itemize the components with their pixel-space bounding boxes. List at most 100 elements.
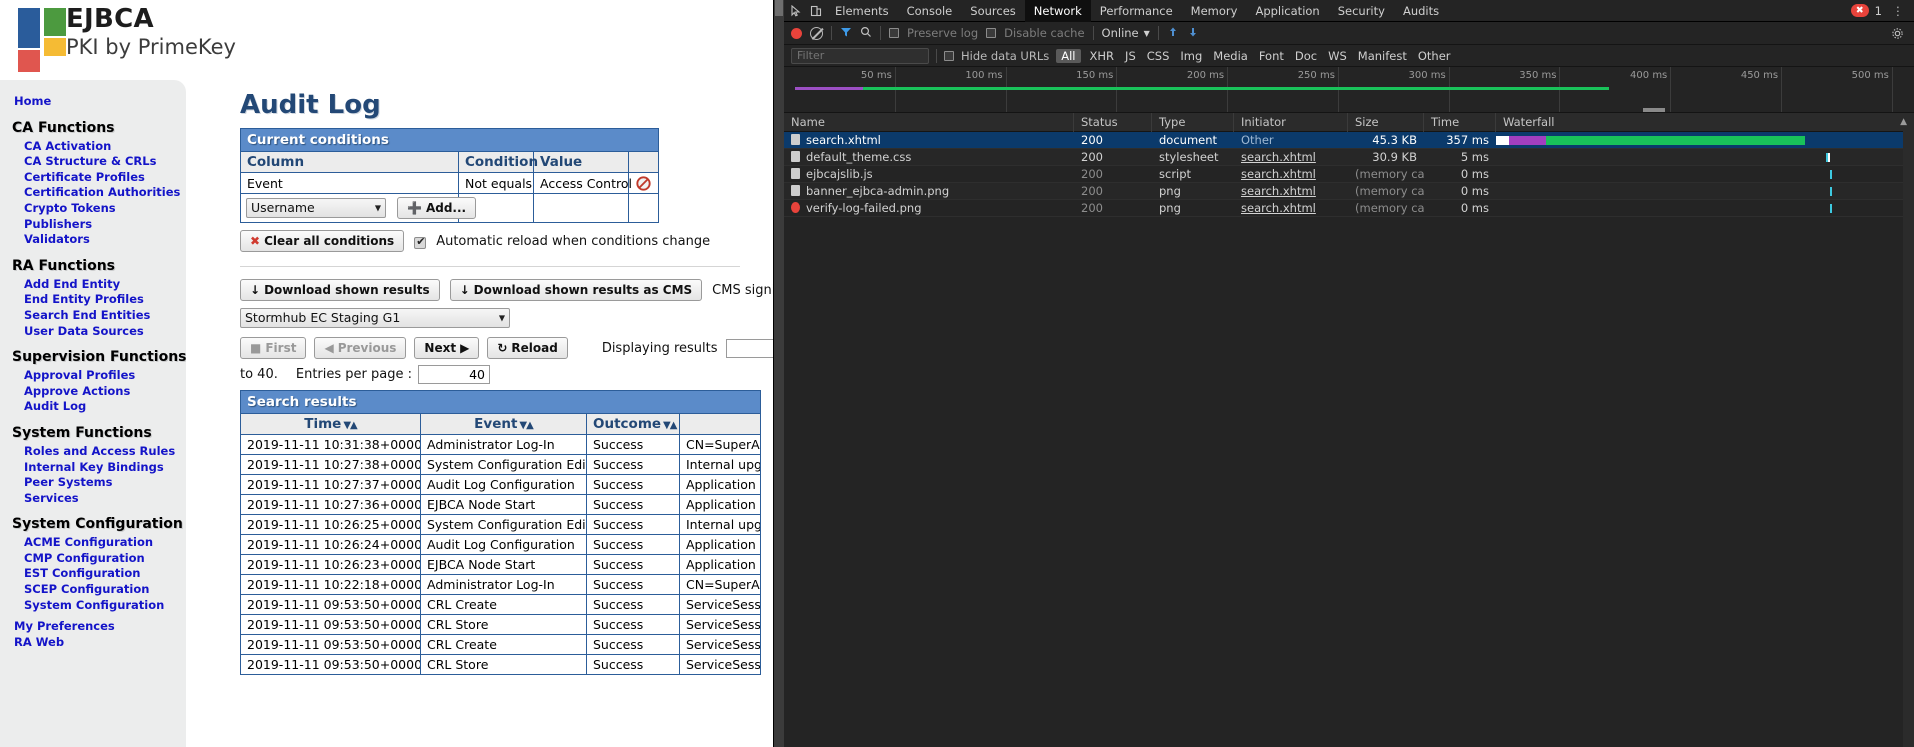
grid-header-type[interactable]: Type bbox=[1152, 113, 1234, 132]
filter-type-js[interactable]: JS bbox=[1123, 49, 1138, 63]
devtools-left-scrollbar[interactable] bbox=[774, 0, 784, 747]
sidebar-item-ra-web[interactable]: RA Web bbox=[0, 635, 186, 651]
next-page-button[interactable]: Next▶ bbox=[414, 337, 479, 359]
download-arrow-icon[interactable] bbox=[1187, 26, 1199, 41]
record-dot-icon[interactable] bbox=[791, 28, 802, 39]
filter-type-img[interactable]: Img bbox=[1178, 49, 1204, 63]
sidebar-item-cmp-configuration[interactable]: CMP Configuration bbox=[0, 551, 186, 567]
sidebar-item-certificate-profiles[interactable]: Certificate Profiles bbox=[0, 170, 186, 186]
request-name-cell[interactable]: default_theme.css bbox=[784, 149, 1074, 166]
download-shown-results-button[interactable]: ↓Download shown results bbox=[240, 279, 440, 301]
sidebar-item-home[interactable]: Home bbox=[0, 94, 186, 110]
clear-circle-icon[interactable] bbox=[810, 27, 823, 40]
previous-page-button[interactable]: ◀Previous bbox=[314, 337, 406, 359]
request-name-cell[interactable]: search.xhtml bbox=[784, 132, 1074, 149]
filter-type-doc[interactable]: Doc bbox=[1293, 49, 1319, 63]
sidebar-item-est-configuration[interactable]: EST Configuration bbox=[0, 566, 186, 582]
reload-button[interactable]: ↻Reload bbox=[487, 337, 568, 359]
throttling-select[interactable]: Online ▼ bbox=[1102, 26, 1150, 40]
sidebar-item-approve-actions[interactable]: Approve Actions bbox=[0, 384, 186, 400]
results-header-details[interactable] bbox=[680, 414, 761, 435]
gear-icon[interactable] bbox=[1887, 24, 1907, 42]
filter-type-xhr[interactable]: XHR bbox=[1088, 49, 1117, 63]
request-name-cell[interactable]: banner_ejbca-admin.png bbox=[784, 183, 1074, 200]
sidebar-item-ca-structure-crls[interactable]: CA Structure & CRLs bbox=[0, 154, 186, 170]
sidebar-item-end-entity-profiles[interactable]: End Entity Profiles bbox=[0, 292, 186, 308]
table-row[interactable]: verify-log-failed.png200pngsearch.xhtml(… bbox=[784, 200, 1914, 217]
sidebar-item-system-configuration[interactable]: System Configuration bbox=[0, 598, 186, 614]
filter-type-css[interactable]: CSS bbox=[1145, 49, 1172, 63]
sidebar-item-audit-log[interactable]: Audit Log bbox=[0, 399, 186, 415]
table-row[interactable]: search.xhtml200documentOther45.3 KB357 m… bbox=[784, 132, 1914, 149]
sidebar-item-peer-systems[interactable]: Peer Systems bbox=[0, 475, 186, 491]
grid-header-status[interactable]: Status bbox=[1074, 113, 1152, 132]
funnel-icon[interactable] bbox=[840, 26, 852, 41]
hide-data-urls-checkbox[interactable] bbox=[944, 49, 954, 63]
request-name-cell[interactable]: ejbcajslib.js bbox=[784, 166, 1074, 183]
sidebar-item-approval-profiles[interactable]: Approval Profiles bbox=[0, 368, 186, 384]
results-header-outcome[interactable]: Outcome▼▲ bbox=[587, 414, 680, 435]
entries-per-page-input[interactable] bbox=[418, 365, 490, 384]
results-header-time[interactable]: Time▼▲ bbox=[241, 414, 421, 435]
grid-header-size[interactable]: Size bbox=[1348, 113, 1424, 132]
download-shown-results-cms-button[interactable]: ↓Download shown results as CMS bbox=[450, 279, 703, 301]
cms-signing-ca-select[interactable]: Stormhub EC Staging G1 bbox=[240, 308, 510, 328]
sidebar-item-internal-key-bindings[interactable]: Internal Key Bindings bbox=[0, 460, 186, 476]
filter-type-other[interactable]: Other bbox=[1416, 49, 1453, 63]
sidebar-item-publishers[interactable]: Publishers bbox=[0, 217, 186, 233]
grid-header-time[interactable]: Time bbox=[1424, 113, 1496, 132]
table-row[interactable]: banner_ejbca-admin.png200pngsearch.xhtml… bbox=[784, 183, 1914, 200]
filter-type-all[interactable]: All bbox=[1056, 49, 1080, 63]
grid-header-name[interactable]: Name bbox=[784, 113, 1074, 132]
tab-application[interactable]: Application bbox=[1246, 0, 1328, 22]
search-icon[interactable] bbox=[860, 26, 872, 41]
grid-header-waterfall[interactable]: Waterfall ▲ bbox=[1496, 113, 1914, 132]
filter-type-font[interactable]: Font bbox=[1257, 49, 1286, 63]
upload-arrow-icon[interactable] bbox=[1167, 26, 1179, 41]
request-initiator-link[interactable]: search.xhtml bbox=[1241, 167, 1316, 181]
request-initiator-link[interactable]: search.xhtml bbox=[1241, 184, 1316, 198]
network-list-scrollbar[interactable] bbox=[1903, 129, 1914, 747]
auto-reload-checkbox[interactable] bbox=[414, 232, 426, 251]
request-name-cell[interactable]: verify-log-failed.png bbox=[784, 200, 1074, 217]
request-initiator-link[interactable]: search.xhtml bbox=[1241, 150, 1316, 164]
tab-security[interactable]: Security bbox=[1329, 0, 1394, 22]
network-overview-timeline[interactable]: 50 ms100 ms150 ms200 ms250 ms300 ms350 m… bbox=[784, 67, 1914, 113]
sidebar-item-scep-configuration[interactable]: SCEP Configuration bbox=[0, 582, 186, 598]
sidebar-item-services[interactable]: Services bbox=[0, 491, 186, 507]
tab-network[interactable]: Network bbox=[1025, 0, 1091, 22]
preserve-log-checkbox[interactable] bbox=[889, 26, 899, 40]
grid-header-initiator[interactable]: Initiator bbox=[1234, 113, 1348, 132]
filter-type-media[interactable]: Media bbox=[1211, 49, 1250, 63]
disable-cache-checkbox[interactable] bbox=[986, 26, 996, 40]
sidebar-item-validators[interactable]: Validators bbox=[0, 232, 186, 248]
kebab-menu-icon[interactable]: ⋮ bbox=[1888, 2, 1908, 20]
cursor-inspect-icon[interactable] bbox=[786, 2, 806, 20]
first-page-button[interactable]: ■First bbox=[240, 337, 306, 359]
sidebar-item-certification-authorities[interactable]: Certification Authorities bbox=[0, 185, 186, 201]
table-row[interactable]: default_theme.css200stylesheetsearch.xht… bbox=[784, 149, 1914, 166]
sidebar-item-ca-activation[interactable]: CA Activation bbox=[0, 139, 186, 155]
filter-type-ws[interactable]: WS bbox=[1326, 49, 1349, 63]
error-count-badge[interactable]: ✖ bbox=[1851, 4, 1869, 17]
device-toolbar-icon[interactable] bbox=[806, 2, 826, 20]
sidebar-item-roles-and-access-rules[interactable]: Roles and Access Rules bbox=[0, 444, 186, 460]
request-initiator-link[interactable]: search.xhtml bbox=[1241, 201, 1316, 215]
condition-delete-cell[interactable] bbox=[629, 173, 659, 194]
filter-type-manifest[interactable]: Manifest bbox=[1356, 49, 1409, 63]
tab-console[interactable]: Console bbox=[898, 0, 962, 22]
sidebar-item-user-data-sources[interactable]: User Data Sources bbox=[0, 324, 186, 340]
tab-audits[interactable]: Audits bbox=[1394, 0, 1448, 22]
sidebar-item-search-end-entities[interactable]: Search End Entities bbox=[0, 308, 186, 324]
results-header-event[interactable]: Event▼▲ bbox=[421, 414, 587, 435]
condition-column-select[interactable]: Username bbox=[246, 198, 386, 218]
sidebar-item-crypto-tokens[interactable]: Crypto Tokens bbox=[0, 201, 186, 217]
sidebar-item-add-end-entity[interactable]: Add End Entity bbox=[0, 277, 186, 293]
filter-input[interactable] bbox=[791, 48, 929, 64]
clear-all-conditions-button[interactable]: ✖Clear all conditions bbox=[240, 230, 404, 252]
sidebar-item-acme-configuration[interactable]: ACME Configuration bbox=[0, 535, 186, 551]
tab-sources[interactable]: Sources bbox=[961, 0, 1025, 22]
table-row[interactable]: ejbcajslib.js200scriptsearch.xhtml(memor… bbox=[784, 166, 1914, 183]
overview-range-handle[interactable] bbox=[1643, 108, 1665, 112]
tab-elements[interactable]: Elements bbox=[826, 0, 898, 22]
